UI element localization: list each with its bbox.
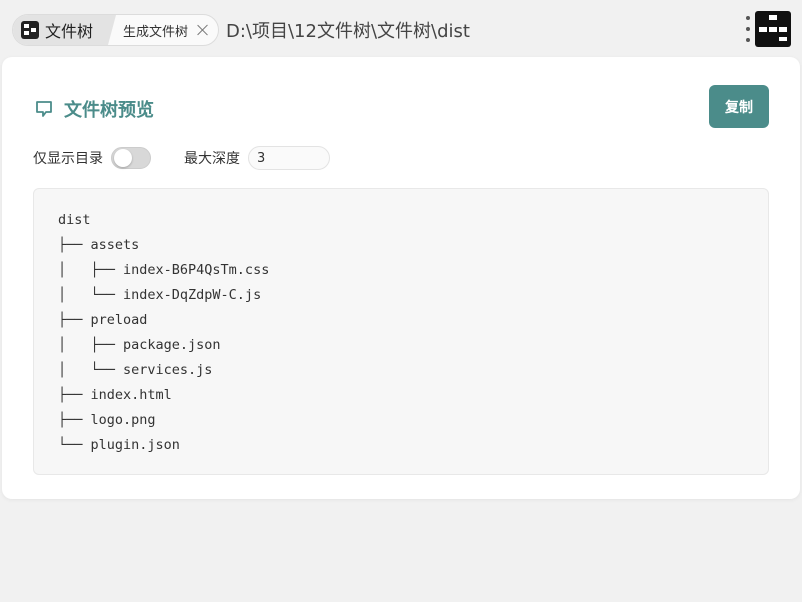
copy-button[interactable]: 复制 bbox=[709, 85, 769, 128]
card-header: 文件树预览 bbox=[34, 96, 154, 122]
close-icon[interactable] bbox=[196, 23, 210, 37]
kebab-menu-icon[interactable] bbox=[744, 16, 752, 42]
tree-line: ├── logo.png bbox=[58, 412, 156, 428]
chat-bubble-icon bbox=[36, 101, 52, 117]
tree-lines: dist ├── assets │ ├── index-B6P4QsTm.css │ … bbox=[58, 208, 269, 458]
options-row: 仅显示目录 最大深度 bbox=[33, 146, 330, 170]
file-tree-app-icon bbox=[21, 21, 39, 39]
tab-main-label: 文件树 bbox=[45, 22, 94, 41]
tab-generate-tree[interactable]: 生成文件树 bbox=[105, 15, 218, 45]
page-title: 文件树预览 bbox=[64, 100, 154, 121]
current-path: D:\项目\12文件树\文件树\dist bbox=[226, 21, 470, 42]
tree-line: │ └── index-DqZdpW-C.js bbox=[58, 287, 262, 303]
max-depth-label: 最大深度 bbox=[184, 151, 240, 167]
top-bar: 文件树 生成文件树 D:\项目\12文件树\文件树\dist bbox=[0, 0, 802, 56]
tree-line: │ └── services.js bbox=[58, 362, 213, 378]
toggle-knob bbox=[114, 149, 132, 167]
preview-card: 文件树预览 复制 仅显示目录 最大深度 dist ├── assets │ ├── … bbox=[2, 57, 800, 499]
tab-sub-label: 生成文件树 bbox=[123, 24, 189, 40]
max-depth-input[interactable] bbox=[248, 146, 330, 170]
tree-line: ├── assets bbox=[58, 237, 140, 253]
dirs-only-toggle[interactable] bbox=[111, 147, 151, 169]
tree-line: ├── preload bbox=[58, 312, 148, 328]
dirs-only-label: 仅显示目录 bbox=[33, 151, 103, 167]
tree-line: │ ├── index-B6P4QsTm.css bbox=[58, 262, 270, 278]
tree-line: └── plugin.json bbox=[58, 437, 180, 453]
tree-output: dist ├── assets │ ├── index-B6P4QsTm.css │ … bbox=[33, 188, 769, 475]
tree-line: │ ├── package.json bbox=[58, 337, 221, 353]
tab-file-tree[interactable]: 文件树 bbox=[13, 15, 106, 45]
tree-line: ├── index.html bbox=[58, 387, 172, 403]
app-logo-icon[interactable] bbox=[755, 11, 791, 47]
tab-group: 文件树 生成文件树 bbox=[12, 14, 220, 46]
tree-line: dist bbox=[58, 212, 91, 228]
